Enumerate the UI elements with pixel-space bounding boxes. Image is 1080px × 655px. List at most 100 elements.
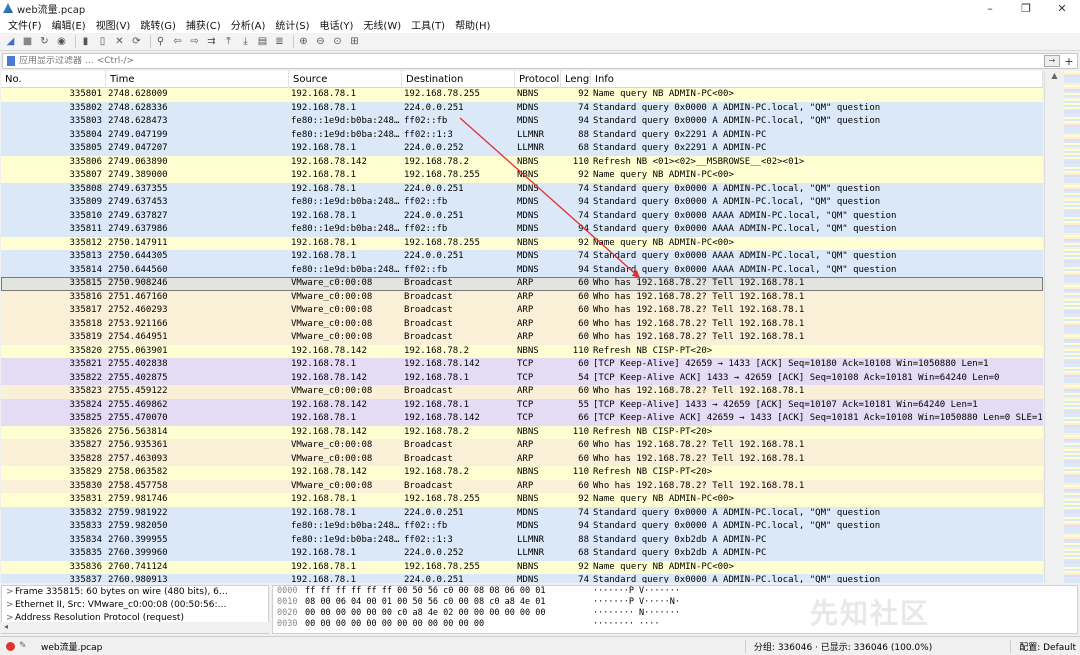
hex-ascii[interactable]: ·······P V·······	[593, 586, 713, 597]
expand-chevron-icon[interactable]: >	[6, 599, 15, 612]
packet-row[interactable]: 335817 2752.460293 VMware_c0:00:08 Broadcas…	[1, 304, 1043, 318]
scroll-up-icon[interactable]: ▲	[1045, 71, 1064, 83]
file-icon[interactable]: ▯	[96, 35, 109, 48]
menu-item[interactable]: 无线(W)	[358, 17, 406, 32]
capture-comment-icon[interactable]: ✎	[19, 641, 31, 651]
menu-item[interactable]: 帮助(H)	[450, 17, 495, 32]
last-packet-icon[interactable]: ⤓	[239, 35, 252, 48]
packet-row[interactable]: 335803 2748.628473 fe80::1e9d:b0ba:248… ff0…	[1, 115, 1043, 129]
menu-item[interactable]: 电话(Y)	[315, 17, 359, 32]
packet-row[interactable]: 335827 2756.935361 VMware_c0:00:08 Broadcas…	[1, 439, 1043, 453]
detail-tree-item[interactable]: >Frame 335815: 60 bytes on wire (480 bit…	[2, 586, 268, 599]
packet-row[interactable]: 335818 2753.921166 VMware_c0:00:08 Broadcas…	[1, 317, 1043, 331]
resize-columns-icon[interactable]: ⊞	[348, 35, 361, 48]
packet-minimap[interactable]	[1064, 71, 1080, 583]
packet-row[interactable]: 335829 2758.063582 192.168.78.142 192.168.7…	[1, 466, 1043, 480]
bookmark-icon[interactable]	[7, 56, 15, 66]
go-to-packet-icon[interactable]: ⇉	[205, 35, 218, 48]
display-filter-input[interactable]	[19, 56, 1044, 66]
packet-row[interactable]: 335814 2750.644560 fe80::1e9d:b0ba:248… ff0…	[1, 263, 1043, 277]
packet-list-scrollbar[interactable]: ▲	[1044, 71, 1064, 583]
packet-row[interactable]: 335820 2755.063901 192.168.78.142 192.168.7…	[1, 344, 1043, 358]
packet-row[interactable]: 335809 2749.637453 fe80::1e9d:b0ba:248… ff0…	[1, 196, 1043, 210]
column-header-no[interactable]: No.	[1, 71, 106, 88]
packet-row[interactable]: 335802 2748.628336 192.168.78.1 224.0.0.251…	[1, 101, 1043, 115]
packet-row[interactable]: 335835 2760.399960 192.168.78.1 224.0.0.252…	[1, 547, 1043, 561]
menu-item[interactable]: 跳转(G)	[135, 17, 181, 32]
packet-row[interactable]: 335832 2759.981922 192.168.78.1 224.0.0.251…	[1, 506, 1043, 520]
packet-row[interactable]: 335830 2758.457758 VMware_c0:00:08 Broadcas…	[1, 479, 1043, 493]
packet-row[interactable]: 335804 2749.047199 fe80::1e9d:b0ba:248… ff0…	[1, 128, 1043, 142]
first-packet-icon[interactable]: ⤒	[222, 35, 235, 48]
hex-bytes[interactable]: ff ff ff ff ff ff 00 50 56 c0 00 08 08 0…	[305, 586, 593, 597]
reload-icon[interactable]: ⟳	[130, 35, 143, 48]
close-file-icon[interactable]: ✕	[113, 35, 126, 48]
hex-bytes[interactable]: 00 00 00 00 00 00 00 00 00 00 00 00	[305, 619, 593, 630]
menu-item[interactable]: 文件(F)	[3, 17, 47, 32]
hex-ascii[interactable]: ········ ····	[593, 619, 713, 630]
column-header-time[interactable]: Time	[106, 71, 289, 88]
forward-icon[interactable]: ⇨	[188, 35, 201, 48]
hex-offset[interactable]: 0010	[273, 597, 305, 608]
packet-row[interactable]: 335811 2749.637986 fe80::1e9d:b0ba:248… ff0…	[1, 223, 1043, 237]
back-icon[interactable]: ⇦	[171, 35, 184, 48]
menu-item[interactable]: 分析(A)	[226, 17, 271, 32]
detail-tree-item[interactable]: >Ethernet II, Src: VMware_c0:00:08 (00:5…	[2, 599, 268, 612]
options-icon[interactable]: ◉	[55, 35, 68, 48]
packet-row[interactable]: 335805 2749.047207 192.168.78.1 224.0.0.252…	[1, 142, 1043, 156]
column-header-destination[interactable]: Destination	[402, 71, 515, 88]
packet-row[interactable]: 335808 2749.637355 192.168.78.1 224.0.0.251…	[1, 182, 1043, 196]
packet-row[interactable]: 335824 2755.469862 192.168.78.142 192.168.7…	[1, 398, 1043, 412]
stop-icon[interactable]: ■	[21, 35, 34, 48]
packet-row[interactable]: 335823 2755.459122 VMware_c0:00:08 Broadcas…	[1, 385, 1043, 399]
packet-row[interactable]: 335825 2755.470070 192.168.78.1 192.168.78.…	[1, 412, 1043, 426]
column-header-protocol[interactable]: Protocol	[515, 71, 561, 88]
minimize-button[interactable]: –	[972, 0, 1008, 16]
packet-row[interactable]: 335836 2760.741124 192.168.78.1 192.168.78.…	[1, 560, 1043, 574]
menu-item[interactable]: 捕获(C)	[181, 17, 226, 32]
column-header-length[interactable]: Length	[561, 71, 591, 88]
colorize-icon[interactable]: ≣	[273, 35, 286, 48]
status-profile[interactable]: 配置: Default	[1019, 640, 1076, 653]
packet-row[interactable]: 335828 2757.463093 VMware_c0:00:08 Broadcas…	[1, 452, 1043, 466]
details-horizontal-scrollbar[interactable]: ◂	[1, 622, 269, 633]
menu-item[interactable]: 统计(S)	[270, 17, 314, 32]
zoom-in-icon[interactable]: ⊕	[297, 35, 310, 48]
apply-filter-button[interactable]: →	[1044, 55, 1060, 67]
packet-row[interactable]: 335807 2749.389000 192.168.78.1 192.168.78.…	[1, 169, 1043, 183]
hex-offset[interactable]: 0030	[273, 619, 305, 630]
packet-row[interactable]: 335831 2759.981746 192.168.78.1 192.168.78.…	[1, 493, 1043, 507]
hex-offset[interactable]: 0000	[273, 586, 305, 597]
column-header-source[interactable]: Source	[289, 71, 402, 88]
close-button[interactable]: ✕	[1044, 0, 1080, 16]
hex-offset[interactable]: 0020	[273, 608, 305, 619]
normal-size-icon[interactable]: ⊙	[331, 35, 344, 48]
packet-row[interactable]: 335826 2756.563814 192.168.78.142 192.168.7…	[1, 425, 1043, 439]
expert-info-indicator-icon[interactable]	[6, 641, 15, 651]
autoscroll-icon[interactable]: ▤	[256, 35, 269, 48]
open-folder-icon[interactable]: ▮	[79, 35, 92, 48]
packet-row[interactable]: 335822 2755.402875 192.168.78.142 192.168.7…	[1, 371, 1043, 385]
hex-bytes[interactable]: 08 00 06 04 00 01 00 50 56 c0 00 08 c0 a…	[305, 597, 593, 608]
packet-row[interactable]: 335833 2759.982050 fe80::1e9d:b0ba:248… ff0…	[1, 520, 1043, 534]
shark-fin-start-icon[interactable]: ◢	[4, 35, 17, 48]
column-header-info[interactable]: Info	[591, 71, 1043, 88]
packet-row[interactable]: 335816 2751.467160 VMware_c0:00:08 Broadcas…	[1, 290, 1043, 304]
zoom-out-icon[interactable]: ⊖	[314, 35, 327, 48]
add-filter-button[interactable]: +	[1063, 55, 1075, 68]
packet-row[interactable]: 335801 2748.628009 192.168.78.1 192.168.78.…	[1, 88, 1043, 102]
packet-row[interactable]: 335837 2760.980913 192.168.78.1 224.0.0.251…	[1, 574, 1043, 583]
menu-item[interactable]: 视图(V)	[91, 17, 136, 32]
menu-item[interactable]: 编辑(E)	[47, 17, 91, 32]
hex-bytes[interactable]: 00 00 00 00 00 00 c0 a8 4e 02 00 00 00 0…	[305, 608, 593, 619]
restart-icon[interactable]: ↻	[38, 35, 51, 48]
menu-item[interactable]: 工具(T)	[406, 17, 450, 32]
packet-row[interactable]: 335806 2749.063890 192.168.78.142 192.168.7…	[1, 155, 1043, 169]
hex-ascii[interactable]: ·······P V·····N·	[593, 597, 713, 608]
packet-row[interactable]: 335813 2750.644305 192.168.78.1 224.0.0.251…	[1, 250, 1043, 264]
packet-row[interactable]: 335821 2755.402838 192.168.78.1 192.168.78.…	[1, 358, 1043, 372]
packet-row[interactable]: 335819 2754.464951 VMware_c0:00:08 Broadcas…	[1, 331, 1043, 345]
packet-row[interactable]: 335812 2750.147911 192.168.78.1 192.168.78.…	[1, 236, 1043, 250]
packet-row[interactable]: 335810 2749.637827 192.168.78.1 224.0.0.251…	[1, 209, 1043, 223]
packet-row[interactable]: 335815 2750.908246 VMware_c0:00:08 Broadcas…	[1, 277, 1043, 291]
